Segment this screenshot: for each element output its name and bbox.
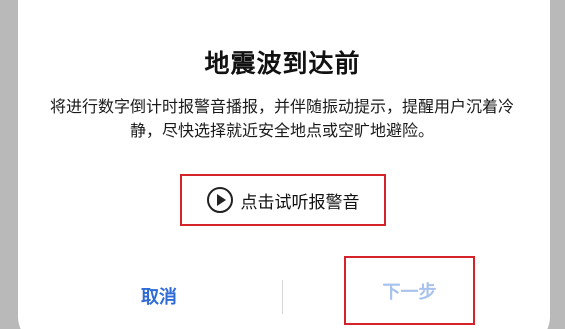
dialog-title: 地震波到达前	[204, 49, 361, 78]
preview-alarm-button[interactable]: 点击试听报警音	[180, 174, 386, 226]
screen: 地震波到达前 将进行数字倒计时报警音播报，并伴随振动提示，提醒用户沉着冷静，尽快…	[0, 0, 565, 329]
preview-alarm-label: 点击试听报警音	[240, 192, 360, 213]
cancel-button[interactable]: 取消	[108, 270, 210, 322]
play-circle-icon	[206, 187, 233, 213]
button-divider	[282, 280, 283, 314]
dialog-description: 将进行数字倒计时报警音播报，并伴随振动提示，提醒用户沉着冷静，尽快选择就近安全地…	[49, 97, 514, 140]
next-step-button[interactable]: 下一步	[344, 256, 475, 325]
